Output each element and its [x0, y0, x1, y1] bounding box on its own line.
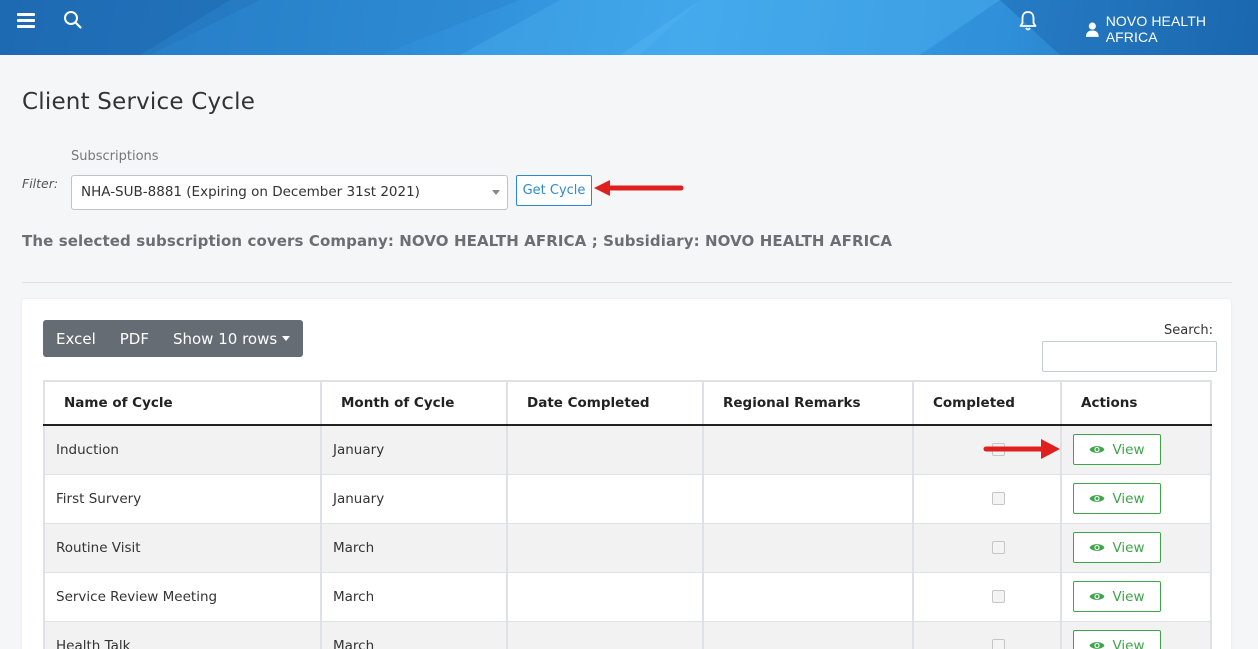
cell-date-completed [506, 523, 703, 573]
cell-completed [912, 474, 1061, 524]
eye-icon [1089, 593, 1105, 600]
cell-month: March [320, 621, 507, 649]
eye-icon [1089, 495, 1105, 502]
cell-actions: View [1060, 572, 1212, 622]
table-row: Service Review Meeting March View [43, 572, 1212, 622]
view-label: View [1112, 441, 1145, 458]
view-label: View [1112, 490, 1145, 507]
user-icon [1086, 22, 1099, 37]
pdf-button[interactable]: PDF [120, 330, 149, 348]
column-header-month[interactable]: Month of Cycle [320, 380, 507, 426]
cell-date-completed [506, 425, 703, 475]
view-label: View [1112, 637, 1145, 649]
navbar-background [0, 0, 1258, 55]
cell-regional-remarks [702, 425, 913, 475]
excel-button[interactable]: Excel [56, 330, 96, 348]
cell-name: Induction [43, 425, 321, 475]
cell-regional-remarks [702, 621, 913, 649]
view-button[interactable]: View [1073, 434, 1161, 466]
eye-icon [1089, 446, 1105, 454]
table-search-input[interactable] [1042, 341, 1217, 372]
show-rows-label: Show 10 rows [172, 329, 278, 348]
user-menu[interactable]: NOVO HEALTH AFRICA [1086, 13, 1258, 45]
column-header-actions[interactable]: Actions [1060, 380, 1212, 426]
column-header-name[interactable]: Name of Cycle [43, 380, 321, 426]
view-button[interactable]: View [1073, 630, 1161, 649]
cell-actions: View [1060, 523, 1212, 573]
subscription-select-value: NHA-SUB-8881 (Expiring on December 31st … [81, 184, 420, 200]
cell-actions: View [1060, 425, 1212, 475]
table-row: First Survery January View [43, 474, 1212, 524]
table-row: Routine Visit March View [43, 523, 1212, 573]
table-header-row: Name of Cycle Month of Cycle Date Comple… [43, 380, 1212, 426]
subscriptions-label: Subscriptions [71, 149, 159, 164]
filter-label: Filter: [22, 176, 59, 191]
eye-icon [1089, 642, 1105, 649]
view-button[interactable]: View [1073, 581, 1161, 612]
cell-name: Health Talk [43, 621, 321, 649]
cell-actions: View [1060, 621, 1212, 649]
get-cycle-button[interactable]: Get Cycle [516, 175, 592, 206]
search-label: Search: [1164, 323, 1214, 338]
view-label: View [1112, 588, 1145, 605]
view-button[interactable]: View [1073, 532, 1161, 563]
cell-regional-remarks [702, 572, 913, 622]
eye-icon [1089, 544, 1105, 551]
completed-checkbox[interactable] [992, 639, 1005, 649]
cell-name: Service Review Meeting [43, 572, 321, 622]
view-label: View [1112, 539, 1145, 556]
completed-checkbox[interactable] [992, 590, 1005, 603]
cell-month: January [320, 474, 507, 524]
annotation-arrow [594, 180, 684, 196]
view-button[interactable]: View [1073, 483, 1161, 514]
cell-date-completed [506, 621, 703, 649]
cell-month: March [320, 572, 507, 622]
annotation-arrow [983, 439, 1060, 459]
cell-date-completed [506, 474, 703, 524]
page-title: Client Service Cycle [22, 89, 256, 115]
export-button-group: Excel PDF Show 10 rows [43, 320, 304, 357]
table-row: Health Talk March View [43, 621, 1212, 649]
top-navbar: NOVO HEALTH AFRICA [0, 0, 1258, 55]
cell-regional-remarks [702, 474, 913, 524]
divider [22, 282, 1232, 283]
completed-checkbox[interactable] [992, 492, 1005, 505]
cell-month: March [320, 523, 507, 573]
cell-completed [912, 572, 1061, 622]
caret-down-icon [492, 190, 500, 195]
service-cycle-table: Name of Cycle Month of Cycle Date Comple… [43, 380, 1212, 649]
column-header-date-completed[interactable]: Date Completed [506, 380, 703, 426]
completed-checkbox[interactable] [992, 541, 1005, 554]
column-header-regional-remarks[interactable]: Regional Remarks [702, 380, 913, 426]
subscription-select[interactable]: NHA-SUB-8881 (Expiring on December 31st … [71, 175, 508, 210]
cell-date-completed [506, 572, 703, 622]
cell-name: First Survery [43, 474, 321, 524]
user-name: NOVO HEALTH AFRICA [1105, 13, 1207, 45]
cell-completed [912, 621, 1061, 649]
bell-icon[interactable] [1018, 10, 1038, 36]
coverage-text: The selected subscription covers Company… [22, 232, 893, 250]
search-icon[interactable] [63, 10, 83, 34]
show-rows-dropdown[interactable]: Show 10 rows [172, 329, 291, 348]
cell-name: Routine Visit [43, 523, 321, 573]
cell-completed [912, 523, 1061, 573]
caret-down-icon [282, 336, 291, 341]
cell-month: January [320, 425, 507, 475]
cell-regional-remarks [702, 523, 913, 573]
cell-actions: View [1060, 474, 1212, 524]
hamburger-menu-icon[interactable] [17, 13, 35, 28]
column-header-completed[interactable]: Completed [912, 380, 1061, 426]
